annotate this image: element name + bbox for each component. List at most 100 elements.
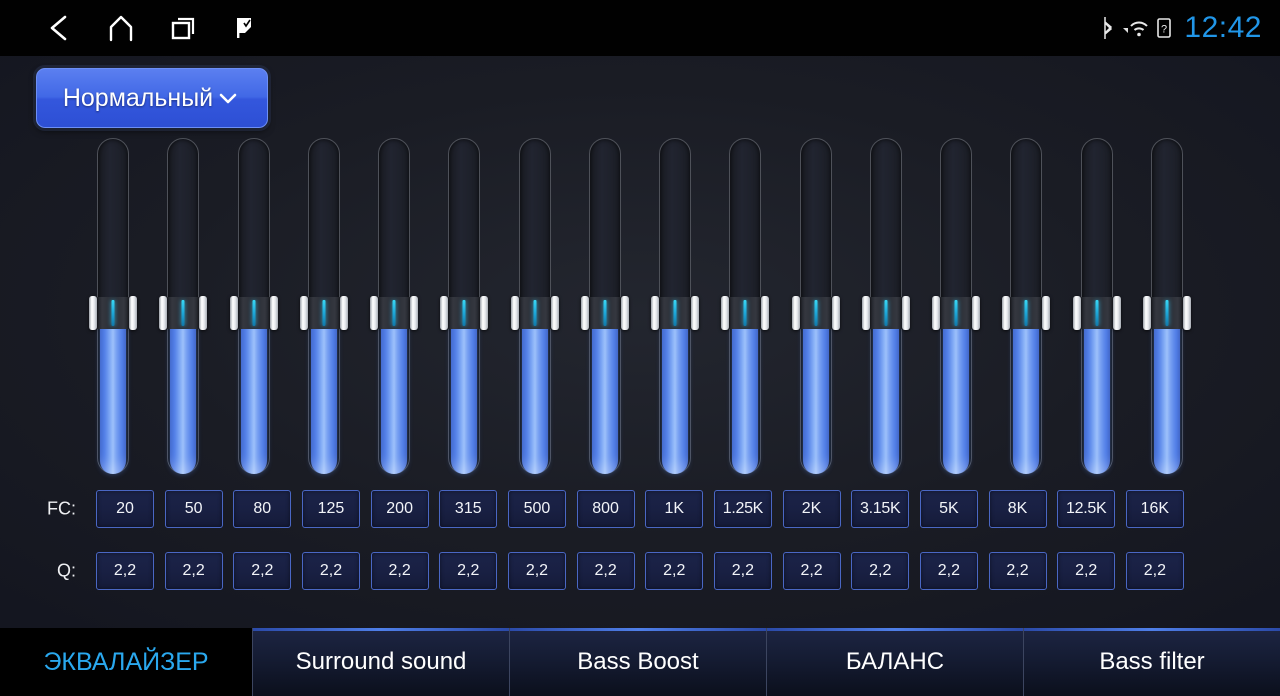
- eq-slider-thumb-grip-left: [159, 296, 168, 330]
- eq-slider-thumb-grip-left: [370, 296, 379, 330]
- preset-button[interactable]: Нормальный: [36, 68, 268, 128]
- recents-icon[interactable]: [152, 0, 214, 56]
- fc-cell[interactable]: 80: [233, 490, 292, 528]
- eq-slider-thumb[interactable]: [932, 296, 981, 330]
- q-cell[interactable]: 2,2: [96, 552, 154, 590]
- fc-cell[interactable]: 125: [301, 490, 360, 528]
- eq-slider[interactable]: [1142, 138, 1191, 474]
- fc-cell[interactable]: 20: [96, 490, 154, 528]
- fc-cell[interactable]: 8K: [988, 490, 1047, 528]
- eq-slider-thumb-grip-right: [269, 296, 278, 330]
- home-icon[interactable]: [90, 0, 152, 56]
- fc-cell[interactable]: 1K: [645, 490, 704, 528]
- eq-slider-thumb-indicator: [954, 300, 958, 326]
- q-cell[interactable]: 2,2: [233, 552, 292, 590]
- eq-slider-fill: [310, 313, 337, 474]
- eq-slider-fill: [662, 313, 689, 474]
- q-cell[interactable]: 2,2: [1057, 552, 1116, 590]
- eq-slider-thumb-grip-right: [691, 296, 700, 330]
- eq-slider-thumb[interactable]: [1002, 296, 1051, 330]
- eq-slider-thumb-indicator: [673, 300, 677, 326]
- eq-slider[interactable]: [721, 138, 770, 474]
- q-cell[interactable]: 2,2: [301, 552, 360, 590]
- eq-slider-thumb-indicator: [533, 300, 537, 326]
- eq-slider-thumb[interactable]: [1142, 296, 1191, 330]
- eq-slider-thumb-grip-right: [129, 296, 137, 330]
- q-cell[interactable]: 2,2: [1125, 552, 1184, 590]
- preset-selector: Нормальный: [36, 68, 268, 128]
- eq-slider[interactable]: [159, 138, 208, 474]
- eq-slider[interactable]: [580, 138, 629, 474]
- eq-slider-thumb[interactable]: [370, 296, 419, 330]
- eq-slider[interactable]: [510, 138, 559, 474]
- q-cell[interactable]: 2,2: [919, 552, 978, 590]
- eq-slider-fill: [1083, 313, 1110, 474]
- q-cell[interactable]: 2,2: [164, 552, 223, 590]
- sim-icon: ?: [1157, 18, 1172, 38]
- eq-slider[interactable]: [861, 138, 910, 474]
- eq-slider[interactable]: [1002, 138, 1051, 474]
- eq-slider-thumb[interactable]: [1072, 296, 1121, 330]
- back-icon[interactable]: [28, 0, 90, 56]
- eq-slider[interactable]: [791, 138, 840, 474]
- tab-item-4[interactable]: Bass filter: [1023, 628, 1280, 696]
- tab-item-1[interactable]: Surround sound: [252, 628, 509, 696]
- eq-slider-thumb-indicator: [111, 300, 115, 326]
- eq-slider-thumb-grip-left: [861, 296, 870, 330]
- q-cell[interactable]: 2,2: [507, 552, 566, 590]
- eq-slider-thumb[interactable]: [89, 296, 137, 330]
- tab-label: Bass Boost: [577, 648, 699, 675]
- fc-cell[interactable]: 12.5K: [1057, 490, 1116, 528]
- q-cell[interactable]: 2,2: [576, 552, 635, 590]
- eq-slider-thumb[interactable]: [651, 296, 700, 330]
- eq-slider-thumb[interactable]: [580, 296, 629, 330]
- q-cell[interactable]: 2,2: [782, 552, 841, 590]
- q-cell[interactable]: 2,2: [439, 552, 498, 590]
- fc-cell[interactable]: 50: [164, 490, 223, 528]
- eq-slider-thumb-grip-left: [791, 296, 800, 330]
- eq-slider[interactable]: [440, 138, 489, 474]
- fc-cell[interactable]: 500: [507, 490, 566, 528]
- fc-cell[interactable]: 200: [370, 490, 429, 528]
- eq-slider-thumb[interactable]: [440, 296, 489, 330]
- tab-equalizer[interactable]: ЭКВАЛАЙЗЕР: [0, 628, 252, 696]
- q-cell[interactable]: 2,2: [645, 552, 704, 590]
- eq-slider-thumb-grip-right: [1112, 296, 1121, 330]
- eq-slider[interactable]: [932, 138, 981, 474]
- eq-slider-fill: [872, 313, 899, 474]
- eq-slider[interactable]: [89, 138, 137, 474]
- fc-cell[interactable]: 3.15K: [851, 490, 910, 528]
- fc-cell[interactable]: 800: [576, 490, 635, 528]
- eq-slider-thumb[interactable]: [229, 296, 278, 330]
- q-cell[interactable]: 2,2: [988, 552, 1047, 590]
- eq-slider-thumb[interactable]: [159, 296, 208, 330]
- eq-slider-thumb[interactable]: [510, 296, 559, 330]
- fc-cell[interactable]: 16K: [1125, 490, 1184, 528]
- tab-item-3[interactable]: БАЛАНС: [766, 628, 1023, 696]
- wifi-icon: [1122, 17, 1150, 39]
- eq-slider-thumb-grip-right: [761, 296, 770, 330]
- eq-slider[interactable]: [299, 138, 348, 474]
- eq-slider-thumb-indicator: [1095, 300, 1099, 326]
- eq-slider[interactable]: [1072, 138, 1121, 474]
- flag-icon[interactable]: [214, 0, 276, 56]
- eq-slider-thumb[interactable]: [791, 296, 840, 330]
- eq-slider[interactable]: [370, 138, 419, 474]
- eq-slider-thumb[interactable]: [861, 296, 910, 330]
- q-cell[interactable]: 2,2: [713, 552, 772, 590]
- eq-slider-fill: [1153, 313, 1180, 474]
- q-cell[interactable]: 2,2: [370, 552, 429, 590]
- q-cell[interactable]: 2,2: [851, 552, 910, 590]
- eq-slider-thumb[interactable]: [721, 296, 770, 330]
- eq-slider-fill: [1013, 313, 1040, 474]
- eq-slider[interactable]: [229, 138, 278, 474]
- tab-item-2[interactable]: Bass Boost: [509, 628, 766, 696]
- eq-slider-thumb[interactable]: [299, 296, 348, 330]
- fc-cell[interactable]: 5K: [919, 490, 978, 528]
- eq-slider-fill: [591, 313, 618, 474]
- fc-cell[interactable]: 1.25K: [713, 490, 772, 528]
- fc-cell[interactable]: 315: [439, 490, 498, 528]
- eq-slider-thumb-grip-left: [229, 296, 238, 330]
- fc-cell[interactable]: 2K: [782, 490, 841, 528]
- eq-slider[interactable]: [651, 138, 700, 474]
